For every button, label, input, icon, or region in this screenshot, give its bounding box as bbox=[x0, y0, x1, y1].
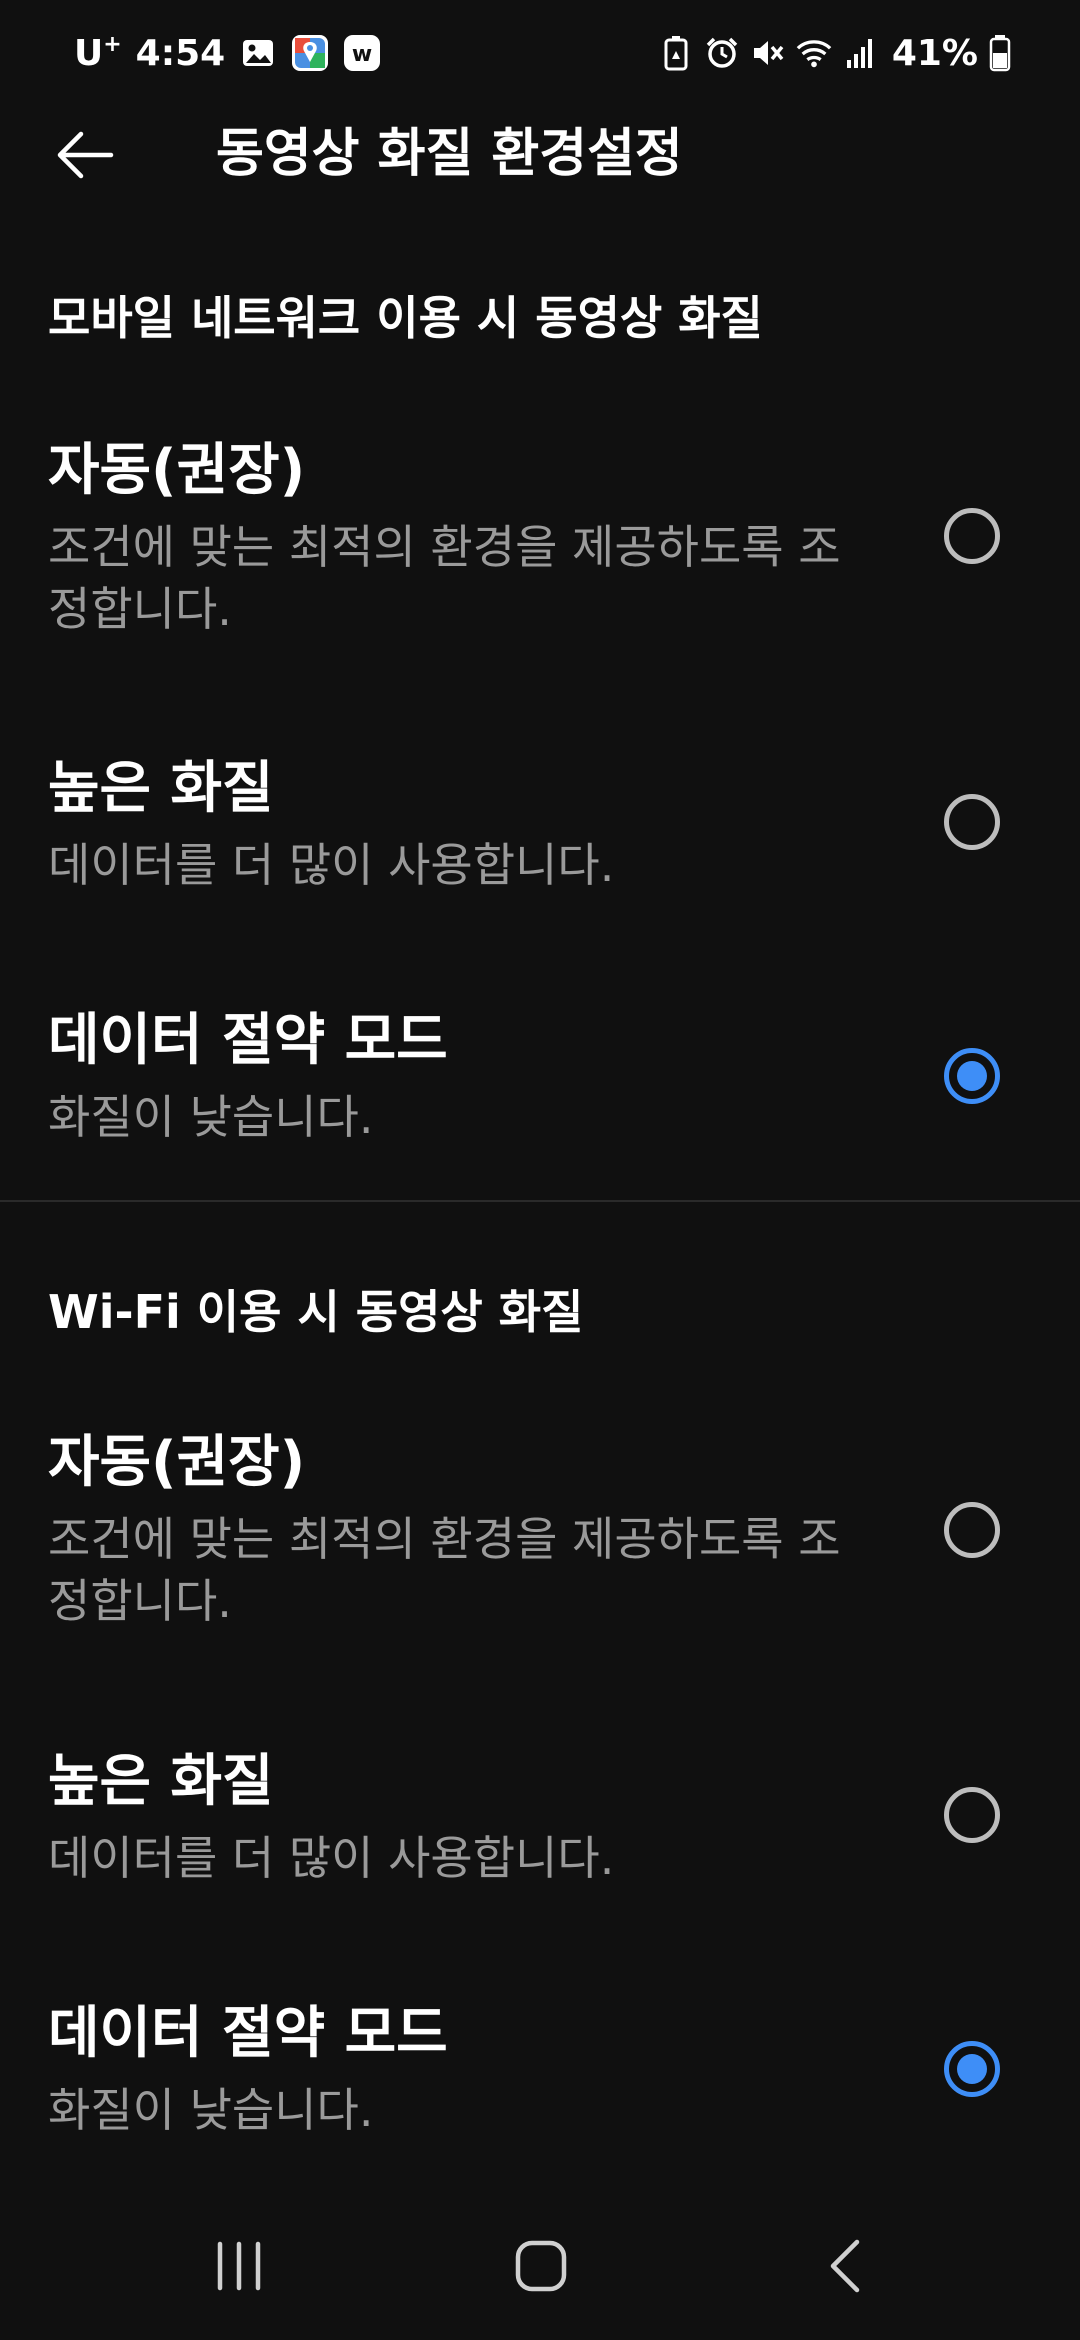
mute-icon bbox=[750, 33, 786, 73]
status-bar: U+ 4:54 w 41% bbox=[0, 0, 1080, 104]
option-title: 높은 화질 bbox=[48, 756, 274, 821]
radio-button[interactable] bbox=[944, 508, 1000, 564]
option-description: 데이터를 더 많이 사용합니다. bbox=[48, 1831, 615, 1885]
option-title: 데이터 절약 모드 bbox=[48, 1008, 448, 1073]
status-time: 4:54 bbox=[135, 32, 226, 74]
back-button[interactable] bbox=[50, 120, 120, 190]
page-title: 동영상 화질 환경설정 bbox=[216, 124, 683, 184]
option-description: 화질이 낮습니다. bbox=[48, 1090, 374, 1144]
wifi-option-high[interactable]: 높은 화질 데이터를 더 많이 사용합니다. bbox=[0, 1747, 1080, 1897]
back-arrow-icon bbox=[57, 131, 114, 179]
option-title: 자동(권장) bbox=[48, 1430, 306, 1495]
svg-text:w: w bbox=[352, 42, 372, 67]
option-description: 조건에 맞는 최적의 환경을 제공하도록 조정합니다. bbox=[48, 1512, 841, 1628]
mobile-option-auto[interactable]: 자동(권장) 조건에 맞는 최적의 환경을 제공하도록 조정합니다. bbox=[0, 436, 1080, 646]
w-app-icon: w bbox=[343, 34, 381, 72]
radio-button[interactable] bbox=[944, 1502, 1000, 1558]
mobile-option-high[interactable]: 높은 화질 데이터를 더 많이 사용합니다. bbox=[0, 754, 1080, 904]
gallery-icon bbox=[239, 34, 277, 72]
wifi-icon bbox=[796, 33, 832, 73]
battery-percent: 41% bbox=[891, 32, 978, 74]
alarm-icon bbox=[704, 33, 740, 73]
option-title: 높은 화질 bbox=[48, 1749, 274, 1814]
option-description: 데이터를 더 많이 사용합니다. bbox=[48, 838, 615, 892]
radio-button-selected[interactable] bbox=[944, 1048, 1000, 1104]
app-bar: 동영상 화질 환경설정 bbox=[0, 104, 1080, 204]
option-title: 자동(권장) bbox=[48, 438, 306, 503]
recent-apps-icon bbox=[217, 2241, 261, 2291]
radio-button[interactable] bbox=[944, 1787, 1000, 1843]
option-description: 화질이 낮습니다. bbox=[48, 2083, 374, 2137]
option-description: 조건에 맞는 최적의 환경을 제공하도록 조정합니다. bbox=[48, 520, 841, 636]
wifi-option-auto[interactable]: 자동(권장) 조건에 맞는 최적의 환경을 제공하도록 조정합니다. bbox=[0, 1428, 1080, 1638]
wifi-option-saver[interactable]: 데이터 절약 모드 화질이 낮습니다. bbox=[0, 1999, 1080, 2149]
status-bar-left: U+ 4:54 w bbox=[74, 26, 381, 80]
system-back-button[interactable] bbox=[800, 2226, 890, 2306]
section-title-wifi: Wi-Fi 이용 시 동영상 화질 bbox=[48, 1285, 584, 1339]
recent-apps-button[interactable] bbox=[194, 2226, 284, 2306]
status-bar-right: 41% bbox=[648, 26, 1018, 80]
navigation-bar bbox=[0, 2196, 1080, 2340]
back-nav-icon bbox=[830, 2239, 860, 2293]
radio-button[interactable] bbox=[944, 794, 1000, 850]
home-icon bbox=[515, 2240, 567, 2292]
carrier-label: U+ bbox=[74, 32, 122, 74]
radio-button-selected[interactable] bbox=[944, 2041, 1000, 2097]
home-button[interactable] bbox=[496, 2226, 586, 2306]
option-title: 데이터 절약 모드 bbox=[48, 2001, 448, 2066]
battery-saver-icon bbox=[658, 33, 694, 73]
maps-app-icon bbox=[291, 34, 329, 72]
mobile-option-saver[interactable]: 데이터 절약 모드 화질이 낮습니다. bbox=[0, 1006, 1080, 1156]
section-title-mobile: 모바일 네트워크 이용 시 동영상 화질 bbox=[48, 291, 763, 345]
section-divider bbox=[0, 1200, 1080, 1202]
battery-icon bbox=[982, 33, 1018, 73]
signal-icon bbox=[842, 33, 878, 73]
